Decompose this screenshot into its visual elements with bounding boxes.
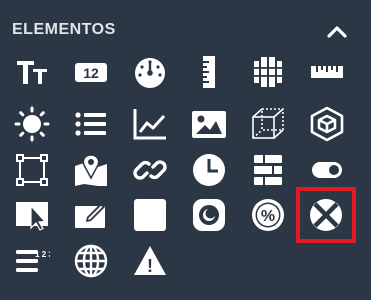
edit-icon [75,203,105,228]
text-icon [17,61,47,84]
percent-icon: % [252,199,284,231]
panel-header: ELEMENTOS [0,0,371,52]
element-percent[interactable]: % [246,195,290,235]
element-sun[interactable] [10,104,54,144]
element-number[interactable]: 12 [69,52,113,92]
element-line-chart[interactable] [128,104,172,144]
numbered-list-icon: 1 2 3 [16,250,50,272]
3d-box-icon [310,106,344,142]
panel-title: ELEMENTOS [12,21,116,38]
element-select-area[interactable] [10,150,54,190]
element-3d-box[interactable] [305,104,349,144]
map-pin-icon [75,154,107,186]
horizontal-ruler-icon [311,66,343,78]
warning-label: ! [147,256,153,276]
element-heatmap[interactable] [246,52,290,92]
line-chart-icon [133,109,166,140]
numbered-list-label: 1 2 3 [35,250,50,259]
element-edit[interactable] [69,195,113,235]
element-link[interactable] [128,150,172,190]
element-cancel-circle[interactable] [296,187,356,243]
element-globe[interactable] [69,241,113,281]
gauge-icon [135,58,165,88]
sun-icon [14,106,50,142]
globe-icon [74,244,108,278]
element-ring-gauge[interactable] [187,195,231,235]
collapse-button[interactable] [322,20,352,44]
element-text[interactable] [10,52,54,92]
element-cursor-select[interactable] [10,195,54,235]
number-label: 12 [83,65,99,81]
warning-icon: ! [134,246,166,276]
image-icon [192,111,226,138]
link-icon [133,160,167,180]
element-clock[interactable] [187,150,231,190]
percent-label: % [261,208,275,225]
cancel-circle-icon [310,199,342,231]
toggle-icon [312,162,342,178]
element-image[interactable] [187,104,231,144]
heatmap-icon [254,57,282,87]
element-gauge[interactable] [128,52,172,92]
vertical-ruler-icon [203,56,215,88]
select-area-icon [16,154,48,186]
element-numbered-list[interactable]: 1 2 3 [10,241,54,281]
element-horizontal-ruler[interactable] [305,52,349,92]
element-table-stack[interactable] [246,150,290,190]
clock-icon [193,154,225,186]
cursor-select-icon [16,202,48,231]
element-square[interactable] [128,195,172,235]
list-icon [75,112,106,136]
element-warning[interactable]: ! [128,241,172,281]
ring-gauge-icon [193,199,225,231]
chevron-up-icon [327,26,347,38]
cube-outline-icon [252,108,284,139]
element-list[interactable] [69,104,113,144]
table-stack-icon [254,155,282,185]
element-vertical-ruler[interactable] [187,52,231,92]
element-map[interactable] [69,150,113,190]
number-icon: 12 [75,63,107,82]
square-icon [134,199,166,231]
element-cube-outline[interactable] [246,104,290,144]
element-toggle[interactable] [305,150,349,190]
